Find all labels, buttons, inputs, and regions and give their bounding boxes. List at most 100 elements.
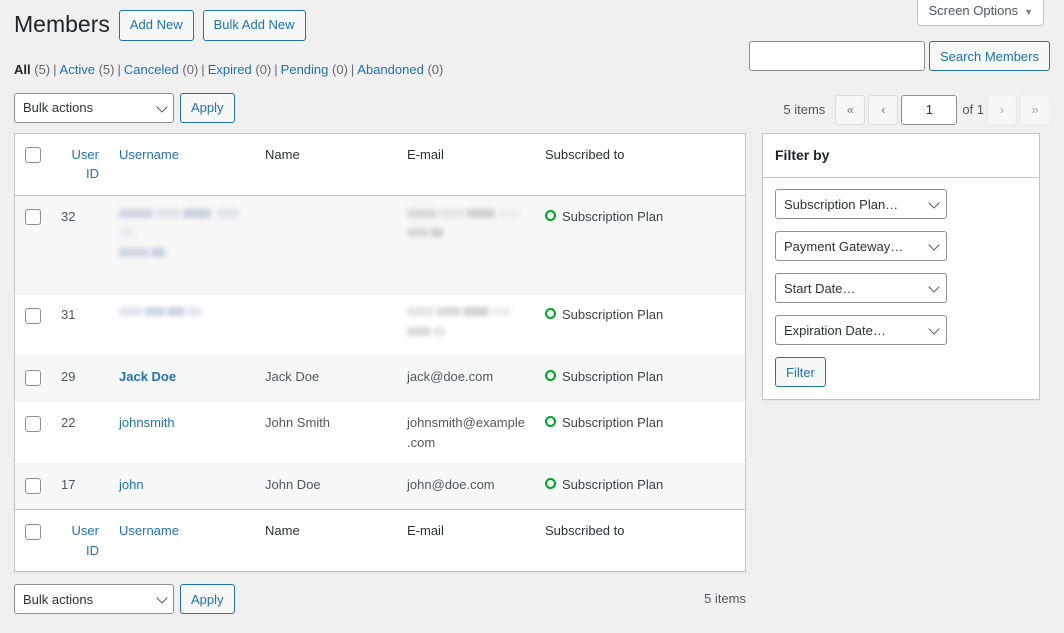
column-footer-username-link[interactable]: Username — [119, 521, 179, 541]
status-link-abandoned-label[interactable]: Abandoned — [357, 62, 424, 77]
status-link-expired[interactable]: Expired (0) — [208, 62, 272, 77]
subscription-plan-label: Subscription Plan — [562, 305, 663, 325]
bulk-add-new-button[interactable]: Bulk Add New — [203, 10, 306, 41]
row-select-cell — [15, 402, 52, 464]
subscription-plan-select[interactable]: Subscription Plan… — [775, 189, 947, 219]
username-link[interactable]: Jack Doe — [119, 369, 176, 384]
column-footer-userid-link[interactable]: User ID — [61, 521, 99, 560]
subscription-plan-select-value: Subscription Plan… — [784, 197, 898, 212]
current-page-input[interactable] — [901, 95, 957, 125]
first-page-button[interactable]: « — [835, 95, 865, 125]
status-link-active-count: (5) — [99, 62, 115, 77]
subscription-status: Subscription Plan — [545, 207, 735, 227]
table-body: 32 — [15, 195, 746, 510]
column-footer-userid[interactable]: User ID — [51, 510, 109, 572]
row-select-cell — [15, 356, 52, 402]
bulk-actions-select-top[interactable]: Bulk actions — [14, 93, 174, 123]
filter-by-body: Subscription Plan… Payment Gateway… Star… — [763, 178, 1039, 399]
status-link-active-label[interactable]: Active — [60, 62, 95, 77]
status-link-pending-label[interactable]: Pending — [281, 62, 329, 77]
cell-username: johnsmith — [109, 402, 255, 464]
username-link[interactable]: john — [119, 477, 144, 492]
next-page-button[interactable]: › — [987, 95, 1017, 125]
status-link-pending[interactable]: Pending (0) — [281, 62, 348, 77]
apply-button-bottom[interactable]: Apply — [180, 584, 235, 614]
subscription-status: Subscription Plan — [545, 413, 735, 433]
row-checkbox[interactable] — [25, 478, 41, 494]
total-pages-label: of 1 — [962, 102, 984, 117]
table-row: 32 — [15, 195, 746, 294]
search-input[interactable] — [749, 41, 925, 71]
members-table: User ID Username Name E-mail Subscribed … — [14, 133, 746, 573]
cell-subscribed: Subscription Plan — [535, 294, 746, 356]
cell-userid: 22 — [51, 402, 109, 464]
chevron-down-icon — [928, 281, 939, 292]
row-checkbox[interactable] — [25, 209, 41, 225]
cell-name: John Doe — [255, 464, 397, 510]
status-link-active[interactable]: Active (5) — [60, 62, 115, 77]
column-header-subscribed: Subscribed to — [535, 133, 746, 195]
separator: | — [53, 62, 56, 77]
expiration-date-select[interactable]: Expiration Date… — [775, 315, 947, 345]
page-title: Members — [14, 10, 110, 40]
column-header-username[interactable]: Username — [109, 133, 255, 195]
cell-userid: 32 — [51, 195, 109, 294]
search-members-button[interactable]: Search Members — [929, 41, 1050, 71]
cell-email: jack@doe.com — [397, 356, 535, 402]
status-link-abandoned[interactable]: Abandoned (0) — [357, 62, 443, 77]
redacted-username — [119, 207, 245, 266]
status-link-expired-label[interactable]: Expired — [208, 62, 252, 77]
add-new-button[interactable]: Add New — [119, 10, 194, 41]
table-row: 31 — [15, 294, 746, 356]
chevron-down-icon — [928, 323, 939, 334]
status-link-canceled-label[interactable]: Canceled — [124, 62, 179, 77]
cell-name: John Smith — [255, 402, 397, 464]
cell-email — [397, 195, 535, 294]
status-link-canceled[interactable]: Canceled (0) — [124, 62, 198, 77]
items-count-bottom: 5 items — [704, 591, 746, 606]
row-checkbox[interactable] — [25, 308, 41, 324]
status-link-all[interactable]: All (5) — [14, 62, 50, 77]
cell-name: Jack Doe — [255, 356, 397, 402]
payment-gateway-select[interactable]: Payment Gateway… — [775, 231, 947, 261]
start-date-select[interactable]: Start Date… — [775, 273, 947, 303]
tablenav-bottom: Bulk actions Apply 5 items — [14, 584, 746, 616]
username-link[interactable]: johnsmith — [119, 415, 175, 430]
status-active-icon — [545, 416, 556, 427]
status-link-expired-count: (0) — [255, 62, 271, 77]
cell-userid: 29 — [51, 356, 109, 402]
row-select-cell — [15, 294, 52, 356]
subscription-status: Subscription Plan — [545, 305, 735, 325]
redacted-email — [407, 305, 525, 344]
select-all-checkbox[interactable] — [25, 147, 41, 163]
apply-button-top[interactable]: Apply — [180, 93, 235, 123]
bulk-actions-select-bottom[interactable]: Bulk actions — [14, 584, 174, 614]
filter-by-panel: Filter by Subscription Plan… Payment Gat… — [762, 133, 1040, 401]
column-header-username-link[interactable]: Username — [119, 145, 179, 165]
sidebar-column: Filter by Subscription Plan… Payment Gat… — [762, 133, 1040, 401]
column-header-email: E-mail — [397, 133, 535, 195]
row-checkbox[interactable] — [25, 416, 41, 432]
filter-button[interactable]: Filter — [775, 357, 826, 387]
column-footer-username[interactable]: Username — [109, 510, 255, 572]
column-header-userid-link[interactable]: User ID — [61, 145, 99, 184]
cell-username: Jack Doe — [109, 356, 255, 402]
start-date-select-value: Start Date… — [784, 281, 856, 296]
cell-name — [255, 294, 397, 356]
prev-page-button[interactable]: ‹ — [868, 95, 898, 125]
last-page-button[interactable]: » — [1020, 95, 1050, 125]
content-columns: User ID Username Name E-mail Subscribed … — [14, 133, 1050, 617]
bulk-actions-select-bottom-value: Bulk actions — [23, 592, 93, 607]
status-active-icon — [545, 308, 556, 319]
select-all-checkbox-footer[interactable] — [25, 524, 41, 540]
cell-email: johnsmith@example.com — [397, 402, 535, 464]
redacted-username — [119, 305, 245, 325]
cell-email: john@doe.com — [397, 464, 535, 510]
row-checkbox[interactable] — [25, 370, 41, 386]
separator: | — [201, 62, 204, 77]
search-box: Search Members — [749, 41, 1050, 71]
cell-subscribed: Subscription Plan — [535, 356, 746, 402]
status-link-all-label[interactable]: All — [14, 62, 31, 77]
column-header-userid[interactable]: User ID — [51, 133, 109, 195]
subscription-status: Subscription Plan — [545, 475, 735, 495]
